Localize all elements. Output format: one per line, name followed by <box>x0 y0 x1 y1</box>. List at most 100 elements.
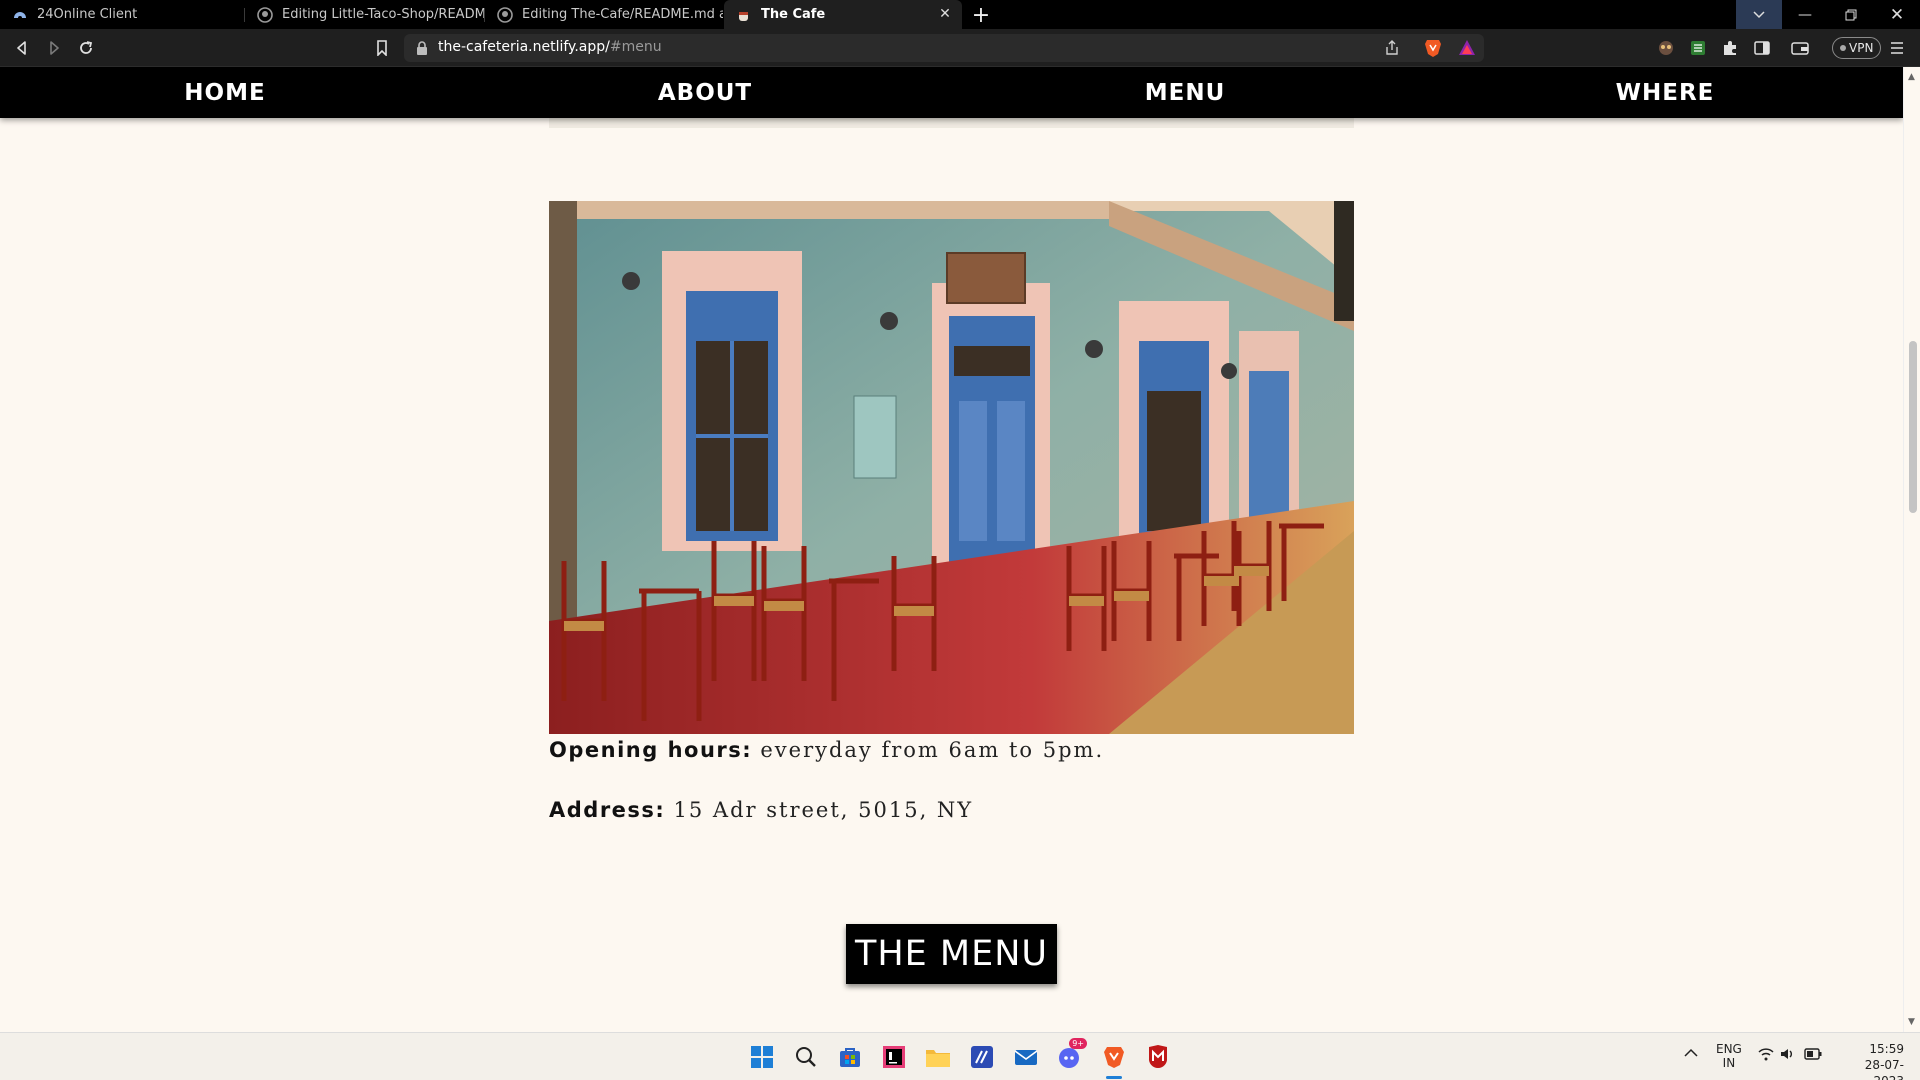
clock[interactable]: 15:59 28-07-2023 <box>1836 1041 1904 1080</box>
sidebar-icon <box>1754 41 1770 55</box>
github-icon <box>497 6 513 23</box>
nav-about-link[interactable]: ABOUT <box>480 67 930 118</box>
battery-icon[interactable] <box>1804 1048 1822 1063</box>
language-code: ENG <box>1716 1042 1742 1056</box>
clock-date: 28-07-2023 <box>1864 1058 1904 1080</box>
extension-sheet-button[interactable] <box>1686 36 1710 60</box>
vscode-like-button[interactable] <box>966 1041 998 1073</box>
restore-button[interactable] <box>1828 0 1874 29</box>
browser-tab-strip: 24Online Client Editing Little-Taco-Shop… <box>0 0 1920 29</box>
discord-button[interactable]: 9+ <box>1054 1038 1087 1073</box>
menu-section-heading: THE MENU <box>846 924 1057 984</box>
brave-shields-icon[interactable] <box>1424 38 1442 62</box>
tab-the-cafe[interactable]: The Cafe ✕ <box>724 0 962 29</box>
extensions-button[interactable] <box>1718 36 1742 60</box>
opening-hours-label: Opening hours: <box>549 738 753 762</box>
store-icon <box>840 1048 860 1067</box>
back-arrow-icon <box>17 41 26 55</box>
share-icon[interactable] <box>1384 40 1400 60</box>
active-app-indicator <box>1106 1076 1122 1079</box>
forward-button[interactable] <box>42 36 66 60</box>
brave-browser-button[interactable] <box>1098 1041 1130 1079</box>
windows-taskbar: 9+ ENG IN 15:59 28-07-2023 <box>0 1032 1920 1080</box>
bookmark-button[interactable] <box>370 36 394 60</box>
close-tab-icon[interactable]: ✕ <box>936 5 954 23</box>
extension-leo-button[interactable] <box>1654 36 1678 60</box>
url-text: the-cafeteria.netlify.app/#menu <box>438 39 662 55</box>
wallet-button[interactable] <box>1788 36 1812 60</box>
scroll-up-arrow-icon[interactable]: ▲ <box>1908 72 1915 82</box>
file-explorer-button[interactable] <box>922 1041 954 1073</box>
vpn-button[interactable]: VPN <box>1832 37 1882 59</box>
vpn-status-dot-icon <box>1840 45 1846 51</box>
opening-hours-line: Opening hours: everyday from 6am to 5pm. <box>549 738 1104 762</box>
browser-toolbar: the-cafeteria.netlify.app/#menu VPN <box>0 29 1920 67</box>
volume-icon[interactable] <box>1780 1047 1796 1064</box>
address-bar[interactable]: the-cafeteria.netlify.app/#menu <box>404 34 1484 62</box>
tab-little-taco-readme[interactable]: Editing Little-Taco-Shop/README.md <box>245 0 485 29</box>
browser-menu-button[interactable] <box>1885 36 1909 60</box>
folder-icon <box>926 1050 950 1067</box>
bookmark-icon <box>377 40 387 56</box>
tab-24online[interactable]: 24Online Client <box>0 0 245 29</box>
intellij-icon <box>883 1046 905 1068</box>
mail-icon <box>1014 1050 1038 1065</box>
mail-button[interactable] <box>1010 1041 1042 1073</box>
mcafee-shield-icon <box>1148 1045 1168 1069</box>
tab-title: Editing The-Cafe/README.md at main <box>522 7 723 22</box>
tab-title: The Cafe <box>761 7 826 22</box>
hidden-icons-button[interactable] <box>1684 1047 1698 1061</box>
brave-rewards-icon[interactable] <box>1458 39 1476 61</box>
language-indicator[interactable]: ENG IN <box>1716 1042 1742 1070</box>
github-icon <box>257 6 273 23</box>
chevron-up-icon <box>1684 1048 1698 1057</box>
hamburger-menu-icon <box>1891 42 1903 54</box>
search-icon <box>796 1047 816 1067</box>
chevron-down-icon <box>1753 10 1765 18</box>
search-button[interactable] <box>790 1041 822 1073</box>
wallet-icon <box>1791 42 1809 55</box>
reload-icon <box>80 41 93 54</box>
lock-icon <box>416 40 428 59</box>
notification-badge: 9+ <box>1069 1038 1087 1049</box>
address-value: 15 Adr street, 5015, NY <box>673 798 974 822</box>
page-viewport: HOME ABOUT MENU WHERE Opening hours: eve… <box>0 67 1903 1032</box>
minimize-button[interactable]: — <box>1782 0 1828 29</box>
scroll-down-arrow-icon[interactable]: ▼ <box>1908 1017 1915 1027</box>
start-button[interactable] <box>746 1041 778 1073</box>
intellij-button[interactable] <box>878 1041 910 1073</box>
24online-icon <box>12 7 28 23</box>
tab-title: 24Online Client <box>37 7 138 22</box>
back-button[interactable] <box>10 36 34 60</box>
tab-search-button[interactable] <box>1736 0 1782 29</box>
editor-icon <box>971 1046 993 1068</box>
nav-home-link[interactable]: HOME <box>0 67 450 118</box>
tab-the-cafe-readme[interactable]: Editing The-Cafe/README.md at main <box>485 0 723 29</box>
restore-icon <box>1845 9 1857 20</box>
store-button[interactable] <box>834 1041 866 1073</box>
address-line: Address: 15 Adr street, 5015, NY <box>549 798 973 822</box>
reload-button[interactable] <box>74 36 98 60</box>
extension-badge-icon <box>1659 41 1673 55</box>
scrollbar-thumb[interactable] <box>1909 341 1917 513</box>
puzzle-icon <box>1724 41 1736 55</box>
wifi-icon[interactable] <box>1758 1047 1774 1064</box>
close-window-button[interactable]: ✕ <box>1874 0 1920 29</box>
nav-menu-link[interactable]: MENU <box>960 67 1410 118</box>
new-tab-button[interactable]: + <box>968 2 994 28</box>
region-code: IN <box>1722 1056 1736 1070</box>
nav-where-link[interactable]: WHERE <box>1440 67 1890 118</box>
opening-hours-value: everyday from 6am to 5pm. <box>760 738 1105 762</box>
windows-logo-icon <box>751 1046 773 1068</box>
site-navigation: HOME ABOUT MENU WHERE <box>0 67 1903 118</box>
clock-time: 15:59 <box>1869 1042 1904 1056</box>
cafe-storefront-photo <box>549 201 1354 734</box>
sidebar-button[interactable] <box>1750 36 1774 60</box>
mcafee-button[interactable] <box>1142 1041 1174 1073</box>
address-label: Address: <box>549 798 666 822</box>
forward-arrow-icon <box>50 41 59 55</box>
tab-title: Editing Little-Taco-Shop/README.md <box>282 7 485 22</box>
coffee-cup-icon <box>736 7 752 23</box>
page-scrollbar[interactable]: ▲ ▼ <box>1903 67 1920 1032</box>
spreadsheet-extension-icon <box>1691 41 1705 55</box>
